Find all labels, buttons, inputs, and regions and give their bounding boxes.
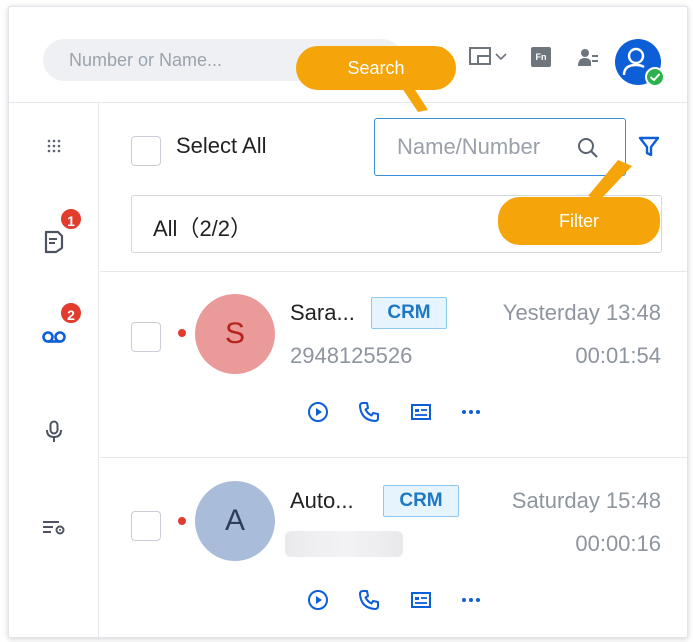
search-icon — [578, 138, 598, 158]
voicemail-duration: 00:00:16 — [575, 531, 661, 556]
contact-name: Auto... — [290, 488, 354, 513]
voicemail-badge: 2 — [59, 301, 83, 325]
voicemail-time: Yesterday 13:48 — [502, 300, 661, 325]
select-all-label: Select All — [176, 133, 267, 158]
contact-name: Sara... — [290, 300, 355, 325]
more-icon[interactable] — [460, 589, 482, 611]
crm-tag: CRM — [371, 297, 447, 329]
contact-avatar: S — [195, 294, 275, 374]
filter-icon[interactable] — [636, 134, 662, 160]
recording-icon[interactable] — [41, 419, 67, 445]
search-callout: Search — [296, 46, 456, 90]
row-checkbox[interactable] — [131, 511, 161, 541]
call-icon[interactable] — [358, 401, 380, 423]
transfer-contacts-icon[interactable] — [577, 47, 599, 74]
messages-badge: 1 — [59, 207, 83, 231]
left-nav-rail: 1 2 — [9, 103, 99, 637]
row-checkbox[interactable] — [131, 322, 161, 352]
layout-switch-icon[interactable] — [469, 47, 509, 74]
online-status-icon — [645, 67, 665, 87]
filter-select-value: All（2/2） — [153, 216, 253, 241]
contact-card-icon[interactable] — [410, 401, 432, 423]
play-icon[interactable] — [307, 401, 329, 423]
contact-avatar: A — [195, 481, 275, 561]
crm-tag: CRM — [383, 485, 459, 517]
panel-search-input[interactable]: Name/Number — [374, 118, 626, 176]
message-icon[interactable] — [41, 229, 67, 255]
call-icon[interactable] — [358, 589, 380, 611]
more-icon[interactable] — [460, 401, 482, 423]
voicemail-time: Saturday 15:48 — [511, 488, 661, 513]
select-all-checkbox[interactable] — [131, 136, 161, 166]
contact-number: 2948125526 — [290, 343, 413, 368]
app-window: Number or Name... Fn 1 2 Select All Name… — [8, 6, 688, 638]
contact-number-redacted — [285, 531, 403, 557]
voicemail-duration: 00:01:54 — [575, 343, 661, 368]
list-divider — [100, 271, 687, 272]
function-key-icon[interactable]: Fn — [531, 47, 551, 67]
play-icon[interactable] — [307, 589, 329, 611]
panel-search-placeholder: Name/Number — [397, 134, 541, 159]
contact-card-icon[interactable] — [410, 589, 432, 611]
list-divider — [100, 457, 687, 458]
settings-list-icon[interactable] — [41, 515, 67, 541]
filter-callout: Filter — [498, 197, 660, 245]
unread-indicator — [178, 329, 186, 337]
unread-indicator — [178, 517, 186, 525]
dialpad-icon[interactable] — [41, 135, 67, 161]
voicemail-panel: Select All Name/Number All（2/2） S Sara..… — [100, 103, 687, 637]
voicemail-icon[interactable] — [41, 323, 67, 349]
